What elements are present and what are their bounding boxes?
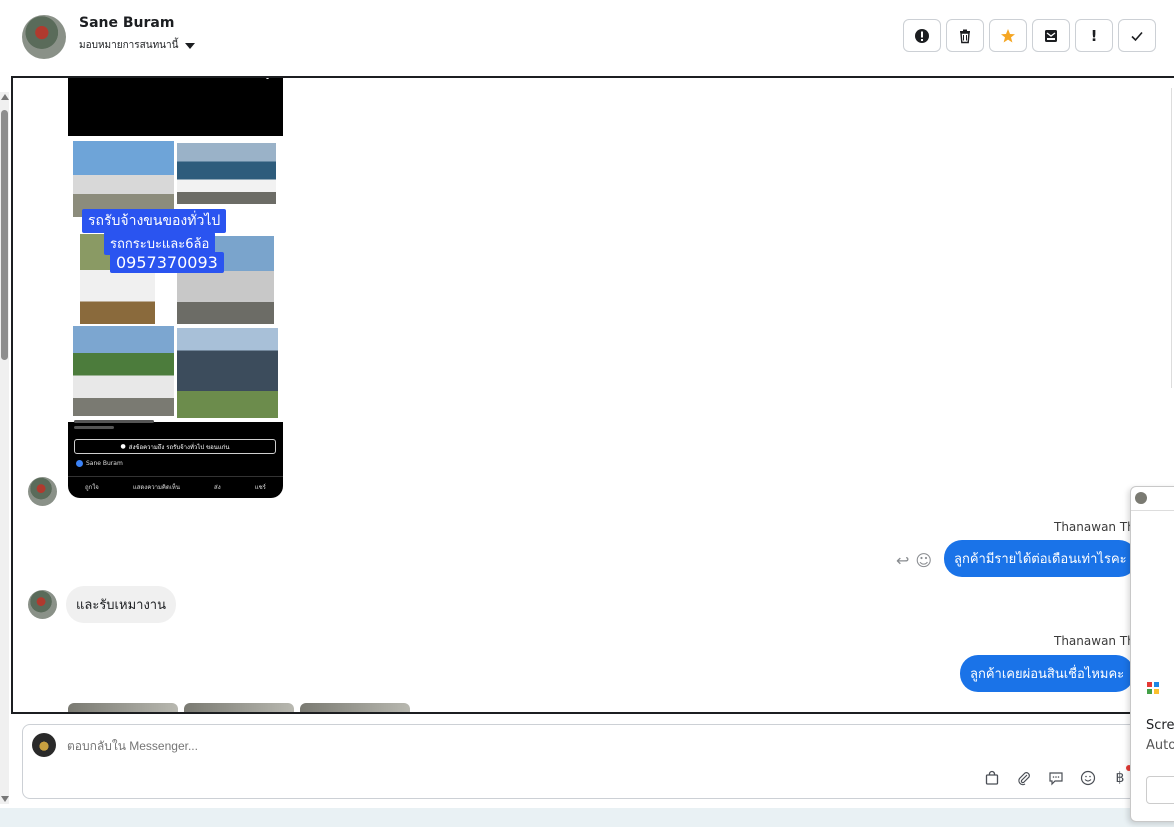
mark-done-button[interactable] [1118, 19, 1156, 52]
emoji-react-icon[interactable]: ☺ [915, 551, 932, 570]
reply-input[interactable] [67, 739, 667, 753]
paperclip-icon[interactable] [1015, 769, 1033, 787]
scrollbar-thumb[interactable] [1, 110, 8, 360]
contact-avatar-small[interactable] [28, 590, 57, 619]
divider [1171, 88, 1172, 388]
outgoing-message[interactable]: ลูกค้าเคยผ่อนสินเชื่อไหมคะ [960, 655, 1135, 692]
post-dot [266, 78, 269, 79]
panel-title: Scre [1146, 718, 1174, 733]
check-icon [1131, 31, 1143, 41]
panel-button[interactable] [1146, 776, 1174, 804]
truck-photo [73, 141, 174, 217]
trash-icon [960, 29, 970, 43]
truck-photo [73, 326, 174, 416]
composer-tools: ฿ [983, 769, 1129, 787]
emoji-icon[interactable] [1079, 769, 1097, 787]
conversation-header: Sane Buram มอบหมายการสนทนานี้ ! [0, 0, 1174, 76]
floating-preview-panel[interactable]: Scre Auto [1130, 486, 1174, 822]
send-action[interactable]: ส่ง [214, 482, 221, 492]
star-button[interactable] [989, 19, 1027, 52]
assign-label: มอบหมายการสนทนานี้ [79, 40, 179, 51]
exclamation-icon: ! [1090, 26, 1098, 45]
shared-post-card[interactable]: รถรับจ้างขนของทั่วไป รถกระบะและ6ล้อ 0957… [68, 78, 283, 498]
image-attachments [68, 703, 410, 712]
overlay-phone: 0957370093 [110, 252, 224, 273]
truck-photo [177, 328, 278, 418]
image-thumbnail[interactable] [184, 703, 294, 712]
messenger-icon: ● [120, 443, 126, 450]
share-action[interactable]: แชร์ [255, 482, 266, 492]
app-logo-icon [1147, 682, 1159, 694]
sender-name: Thanawan Tho [1054, 634, 1143, 648]
panel-header [1131, 487, 1174, 511]
truck-photo [177, 143, 276, 204]
mark-spam-button[interactable]: ! [1075, 19, 1113, 52]
scroll-up-arrow-icon[interactable] [1, 94, 9, 100]
panel-subtitle: Auto [1146, 738, 1174, 753]
payment-baht-icon[interactable]: ฿ [1111, 769, 1129, 787]
page-scrollbar[interactable] [0, 92, 9, 804]
reply-icon[interactable]: ↩ [896, 551, 909, 570]
chevron-down-icon [185, 42, 196, 49]
saved-reply-icon[interactable] [1047, 769, 1065, 787]
report-button[interactable] [903, 19, 941, 52]
post-author: Sane Buram [76, 460, 123, 467]
page-avatar [32, 733, 56, 757]
move-to-inbox-button[interactable] [1032, 19, 1070, 52]
post-caption [74, 420, 274, 434]
comment-action[interactable]: แสดงความคิดเห็น [133, 482, 180, 492]
contact-avatar[interactable] [22, 15, 66, 59]
image-thumbnail[interactable] [300, 703, 410, 712]
app-page: Sane Buram มอบหมายการสนทนานี้ ! รถรับจ้า… [0, 0, 1174, 827]
image-thumbnail[interactable] [68, 703, 178, 712]
like-action[interactable]: ถูกใจ [85, 482, 99, 492]
overlay-title: รถรับจ้างขนของทั่วไป [82, 209, 227, 233]
author-avatar-icon [76, 460, 83, 467]
post-image-collage: รถรับจ้างขนของทั่วไป รถกระบะและ6ล้อ 0957… [68, 136, 283, 422]
delete-button[interactable] [946, 19, 984, 52]
shop-bag-icon[interactable] [983, 769, 1001, 787]
incoming-message[interactable]: และรับเหมางาน [66, 586, 176, 623]
assign-conversation-dropdown[interactable]: มอบหมายการสนทนานี้ [79, 38, 196, 53]
outgoing-message[interactable]: ลูกค้ามีรายได้ต่อเดือนเท่าไรคะ [944, 540, 1137, 577]
archive-icon [1045, 29, 1057, 42]
reply-composer: ฿ [22, 724, 1174, 799]
header-toolbar: ! [903, 19, 1156, 52]
contact-avatar-small[interactable] [28, 477, 57, 506]
report-icon [915, 28, 929, 43]
contact-name[interactable]: Sane Buram [79, 15, 174, 31]
message-thread[interactable]: รถรับจ้างขนของทั่วไป รถกระบะและ6ล้อ 0957… [11, 76, 1174, 714]
post-action-bar: ถูกใจ แสดงความคิดเห็น ส่ง แชร์ [68, 476, 283, 496]
post-author-name: Sane Buram [86, 460, 123, 467]
bottom-strip [0, 808, 1174, 827]
scroll-down-arrow-icon[interactable] [1, 796, 9, 802]
send-message-post-button[interactable]: ● ส่งข้อความถึง รถรับจ้างทั่วไป ขอนแก่น [74, 439, 276, 454]
sender-name: Thanawan Tho [1054, 520, 1143, 534]
message-actions: ↩ ☺ [896, 551, 932, 570]
panel-avatar [1135, 492, 1147, 504]
star-icon [1001, 28, 1015, 42]
post-button-label: ส่งข้อความถึง รถรับจ้างทั่วไป ขอนแก่น [128, 443, 230, 451]
